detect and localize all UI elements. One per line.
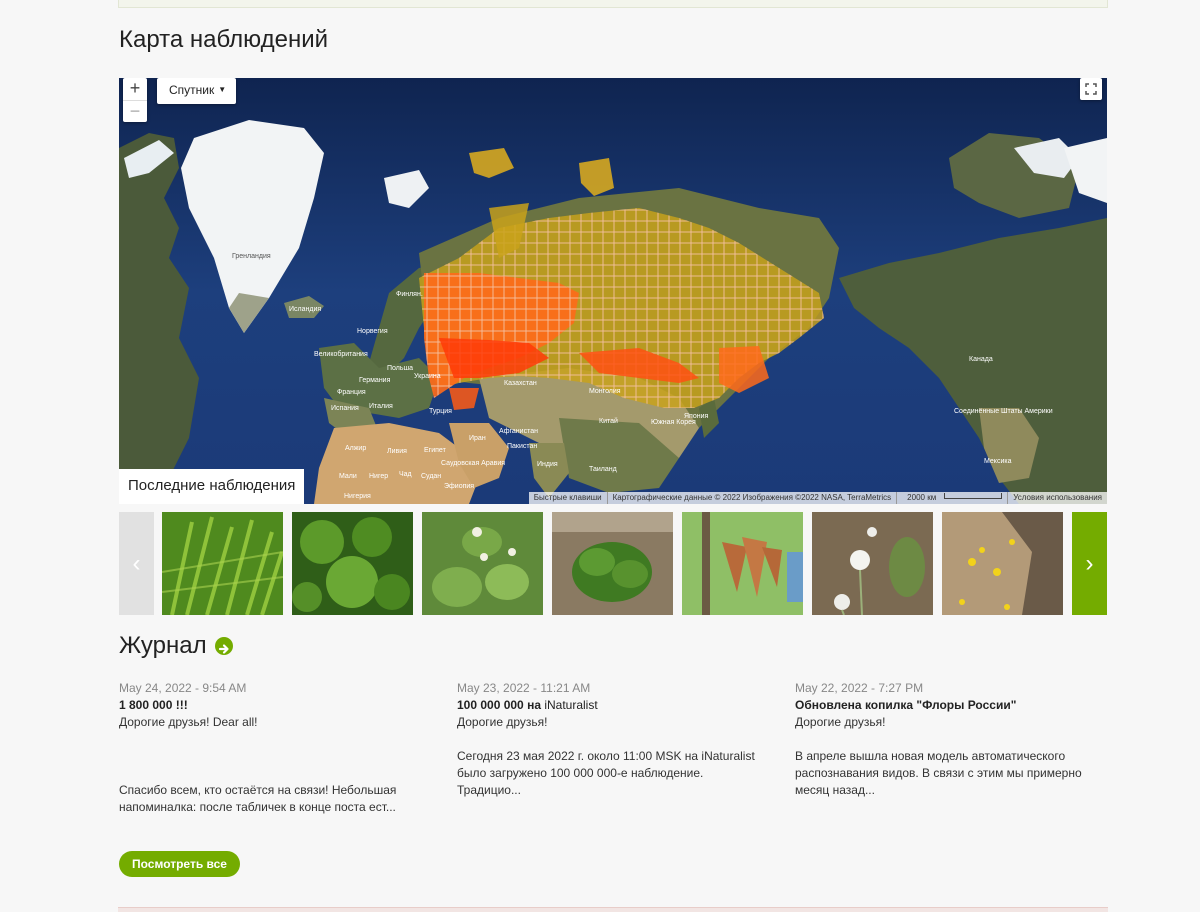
- label-libya: Ливия: [387, 448, 407, 455]
- label-south-korea: Южная Корея: [651, 419, 696, 426]
- post-title-part: iNaturalist: [544, 698, 598, 712]
- chevron-left-icon: ‹: [132, 549, 141, 577]
- label-nigeria: Нигерия: [344, 493, 371, 500]
- post-title-part: на: [523, 698, 545, 712]
- recent-observations-carousel: ‹ ›: [119, 512, 1107, 615]
- label-chad: Чад: [399, 471, 412, 478]
- journal-post: May 24, 2022 - 9:54 AM 1 800 000 !!! Дор…: [119, 680, 419, 816]
- post-title-link[interactable]: 100 000 000 на iNaturalist: [457, 697, 757, 714]
- page: Карта наблюдений Гренландия Исландия Нор…: [0, 0, 1200, 912]
- fern-photo: [162, 512, 283, 615]
- map-type-dropdown[interactable]: Спутник ▼: [157, 78, 237, 104]
- journal-title-text[interactable]: Журнал: [119, 632, 207, 660]
- label-iceland: Исландия: [289, 306, 321, 313]
- label-india: Индия: [537, 461, 558, 468]
- keyboard-shortcuts-link[interactable]: Быстрые клавиши: [529, 492, 607, 504]
- zoom-out-button[interactable]: −: [123, 100, 147, 123]
- label-niger: Нигер: [369, 473, 388, 480]
- post-title-part: 100 000 000: [457, 698, 524, 712]
- dandelion-photo: [812, 512, 933, 615]
- observation-map[interactable]: Гренландия Исландия Норвегия Финлян. Вел…: [119, 78, 1107, 504]
- post-lead: Дорогие друзья!: [457, 715, 548, 729]
- label-turkey: Турция: [429, 408, 452, 415]
- fullscreen-icon: [1085, 83, 1097, 95]
- scale-indicator: 2000 км: [896, 492, 1007, 504]
- maple-seeds-photo: [682, 512, 803, 615]
- carousel-prev-button[interactable]: ‹: [119, 512, 154, 615]
- post-excerpt: Сегодня 23 мая 2022 г. около 11:00 MSK н…: [457, 749, 755, 797]
- map-canvas[interactable]: Гренландия Исландия Норвегия Финлян. Вел…: [119, 78, 1107, 504]
- observation-thumb[interactable]: [422, 512, 543, 615]
- label-thailand: Таиланд: [589, 466, 617, 473]
- fullscreen-button[interactable]: [1080, 78, 1102, 100]
- label-mali: Мали: [339, 473, 357, 480]
- previous-section-edge: [118, 0, 1108, 8]
- observation-thumb[interactable]: [552, 512, 673, 615]
- observation-thumb[interactable]: [942, 512, 1063, 615]
- label-pakistan: Пакистан: [507, 443, 537, 450]
- observation-thumb[interactable]: [812, 512, 933, 615]
- carousel-next-button[interactable]: ›: [1072, 512, 1107, 615]
- leaves-photo: [292, 512, 413, 615]
- map-attribution: Быстрые клавиши Картографические данные …: [528, 492, 1107, 504]
- scale-bar: [944, 493, 1003, 499]
- label-italy: Италия: [369, 403, 393, 410]
- label-canada: Канада: [969, 356, 993, 363]
- view-all-button[interactable]: Посмотреть все: [119, 851, 240, 877]
- journal-section-title: Журнал: [119, 632, 233, 660]
- arrow-right-circle-icon[interactable]: [214, 637, 233, 655]
- post-lead: Дорогие друзья! Dear all!: [119, 715, 258, 729]
- label-iran: Иран: [469, 435, 486, 442]
- next-section-edge: [118, 907, 1108, 912]
- observation-thumb[interactable]: [162, 512, 283, 615]
- observation-thumb[interactable]: [682, 512, 803, 615]
- map-section-title: Карта наблюдений: [119, 26, 329, 53]
- post-lead: Дорогие друзья!: [795, 715, 886, 729]
- map-type-label: Спутник: [169, 83, 215, 97]
- post-date: May 22, 2022 - 7:27 PM: [795, 681, 924, 695]
- yellow-flowers-photo: [942, 512, 1063, 615]
- label-kazakhstan: Казахстан: [504, 380, 537, 387]
- label-usa: Соединённые Штаты Америки: [954, 408, 1053, 415]
- label-saudi: Саудовская Аравия: [441, 460, 505, 467]
- label-finland: Финлян.: [396, 291, 423, 298]
- terms-link[interactable]: Условия использования: [1007, 492, 1107, 504]
- label-afghanistan: Афганистан: [499, 428, 538, 435]
- label-algeria: Алжир: [345, 445, 366, 452]
- label-norway: Норвегия: [357, 328, 388, 335]
- label-germany: Германия: [359, 377, 391, 384]
- label-egypt: Египет: [424, 447, 447, 454]
- post-title-link[interactable]: Обновлена копилка "Флоры России": [795, 697, 1095, 714]
- scale-label: 2000 км: [907, 493, 937, 502]
- label-mongolia: Монголия: [589, 388, 621, 395]
- post-date: May 24, 2022 - 9:54 AM: [119, 681, 247, 695]
- zoom-in-button[interactable]: +: [123, 78, 147, 100]
- label-china: Китай: [599, 417, 618, 425]
- label-mexico: Мексика: [984, 458, 1012, 465]
- post-title-link[interactable]: 1 800 000 !!!: [119, 697, 419, 714]
- label-ukraine: Украина: [414, 373, 441, 380]
- plant-on-ground-photo: [552, 512, 673, 615]
- label-japan: Япония: [684, 413, 709, 420]
- label-spain: Испания: [331, 405, 359, 412]
- recent-observations-tab[interactable]: Последние наблюдения: [119, 469, 305, 504]
- zoom-control: + −: [123, 78, 147, 122]
- journal-post: May 23, 2022 - 11:21 AM 100 000 000 на i…: [457, 680, 757, 799]
- post-excerpt: В апреле вышла новая модель автоматическ…: [795, 749, 1082, 797]
- label-sudan: Судан: [421, 473, 441, 480]
- label-poland: Польша: [387, 365, 413, 372]
- label-greenland: Гренландия: [232, 253, 271, 260]
- post-excerpt: Спасибо всем, кто остаётся на связи! Неб…: [119, 783, 397, 814]
- observation-thumb[interactable]: [292, 512, 413, 615]
- label-uk: Великобритания: [314, 350, 368, 358]
- label-france: Франция: [337, 389, 366, 396]
- caret-down-icon: ▼: [218, 85, 227, 94]
- chevron-right-icon: ›: [1085, 549, 1094, 577]
- map-data-credit: Картографические данные © 2022 Изображен…: [606, 492, 897, 504]
- journal-post: May 22, 2022 - 7:27 PM Обновлена копилка…: [795, 680, 1095, 799]
- post-date: May 23, 2022 - 11:21 AM: [457, 681, 591, 695]
- label-ethiopia: Эфиопия: [444, 483, 474, 490]
- nettle-photo: [422, 512, 543, 615]
